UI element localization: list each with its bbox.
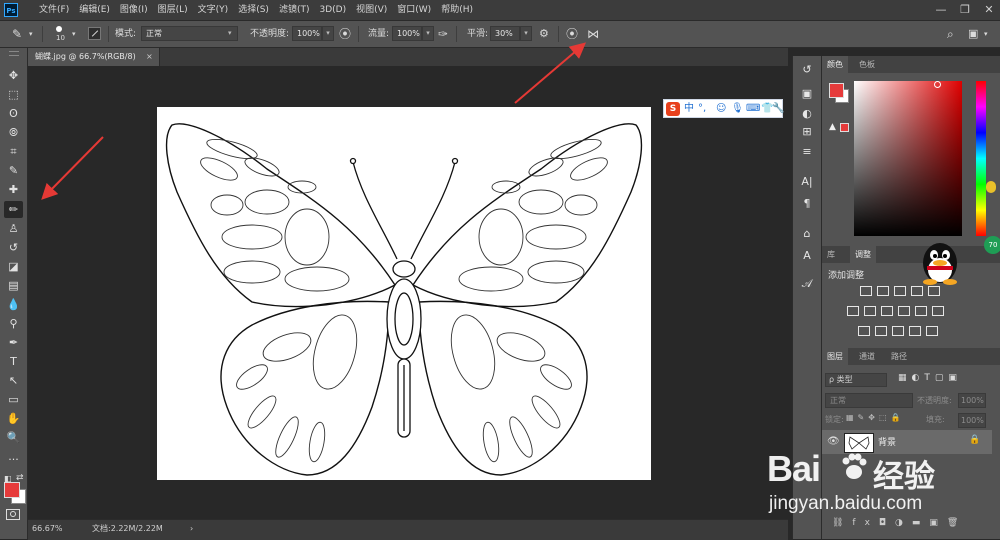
layer-filter-select[interactable]: ρ 类型 xyxy=(825,373,887,387)
panel-strip-icon-5[interactable]: A| xyxy=(798,174,816,190)
lock-label: 锁定: xyxy=(825,415,844,424)
zoom-level[interactable]: 66.67% xyxy=(32,521,63,537)
arrow-to-brush-tool xyxy=(41,136,104,200)
panel-strip-icon-2[interactable]: ◐ xyxy=(798,106,816,122)
layer-filter-icons[interactable]: ▦◐T▢▣ xyxy=(898,373,962,383)
foreground-color-swatch[interactable] xyxy=(4,482,20,498)
status-bar: 66.67% 文档:2.22M/2.22M › xyxy=(28,519,788,540)
arrow-to-symmetry-icon xyxy=(514,42,587,104)
paw-logo-icon xyxy=(839,452,869,482)
tab-libraries[interactable]: 库 xyxy=(822,246,840,263)
fill-input[interactable]: 100% xyxy=(958,413,986,428)
adjustment-icon-10[interactable] xyxy=(932,306,944,316)
gamut-warning-icon: ▲ xyxy=(829,122,836,132)
visibility-eye-icon[interactable]: 👁 xyxy=(827,436,840,447)
adjustment-icon-11[interactable] xyxy=(858,326,870,336)
adjustment-icon-2[interactable] xyxy=(894,286,906,296)
tab-color[interactable]: 颜色 xyxy=(822,56,848,73)
panel-strip-icon-9[interactable]: 𝒜 xyxy=(798,276,816,292)
tab-adjustments[interactable]: 调整 xyxy=(850,246,876,263)
adjustment-icon-12[interactable] xyxy=(875,326,887,336)
panel-strip-icon-4[interactable]: ≡ xyxy=(798,144,816,160)
fill-label: 填充: xyxy=(926,415,945,424)
lock-icons[interactable]: ▦✎✥⬚🔒 xyxy=(846,413,904,422)
color-field[interactable] xyxy=(854,81,962,236)
layer-blend-mode-select[interactable]: 正常 xyxy=(825,393,913,408)
adjustment-icon-5[interactable] xyxy=(847,306,859,316)
layers-panel-tabs: 图层 通道 路径 xyxy=(822,348,1000,365)
layer-name[interactable]: 背景 xyxy=(878,435,896,448)
panel-strip-icon-3[interactable]: ⊞ xyxy=(798,124,816,140)
adjustment-icon-9[interactable] xyxy=(915,306,927,316)
panel-strip-icon-6[interactable]: ¶ xyxy=(798,196,816,212)
tab-swatches[interactable]: 色板 xyxy=(854,56,880,73)
layer-opacity-label: 不透明度: xyxy=(917,396,952,405)
overlay-badge: 70 xyxy=(984,236,1000,254)
adjustment-icon-8[interactable] xyxy=(898,306,910,316)
panel-strip-icon-7[interactable]: ⌂ xyxy=(798,226,816,242)
color-panel-tabs: 颜色 色板 xyxy=(822,56,1000,73)
adjustment-icon-6[interactable] xyxy=(864,306,876,316)
qq-penguin-icon xyxy=(918,237,962,285)
adjustment-icon-4[interactable] xyxy=(928,286,940,296)
adjustment-icon-7[interactable] xyxy=(881,306,893,316)
watermark-brand-b: 经验 xyxy=(873,459,935,494)
adjust-panel-title: 添加调整 xyxy=(828,271,865,281)
panel-strip-icon-0[interactable]: ↺ xyxy=(798,62,816,78)
web-color-swatch[interactable] xyxy=(840,123,849,132)
panel-strip-icon-1[interactable]: ▣ xyxy=(798,86,816,102)
hue-slider-handle[interactable] xyxy=(986,181,996,193)
baidu-watermark: Bai 经验 jingyan.baidu.com xyxy=(765,448,997,520)
document-size: 文档:2.22M/2.22M xyxy=(92,524,163,533)
adjustment-icon-3[interactable] xyxy=(911,286,923,296)
watermark-brand-a: Bai xyxy=(767,448,821,489)
tab-layers[interactable]: 图层 xyxy=(822,348,848,365)
tab-paths[interactable]: 路径 xyxy=(886,348,912,365)
layer-opacity-input[interactable]: 100% xyxy=(958,393,986,408)
adjustment-icon-0[interactable] xyxy=(860,286,872,296)
adjustment-icon-15[interactable] xyxy=(926,326,938,336)
foreground-color-swatch[interactable] xyxy=(829,83,844,98)
adjustment-icon-1[interactable] xyxy=(877,286,889,296)
watermark-url: jingyan.baidu.com xyxy=(769,493,923,514)
panel-strip-icon-8[interactable]: A xyxy=(798,248,816,264)
hue-slider[interactable] xyxy=(976,81,986,236)
tab-channels[interactable]: 通道 xyxy=(854,348,880,365)
adjustment-icon-13[interactable] xyxy=(892,326,904,336)
adjust-panel-tabs: 库 调整 xyxy=(822,246,1000,263)
adjustment-icon-14[interactable] xyxy=(909,326,921,336)
layer-lock-icon: 🔒 xyxy=(969,435,981,445)
status-menu-arrow[interactable]: › xyxy=(190,521,193,537)
